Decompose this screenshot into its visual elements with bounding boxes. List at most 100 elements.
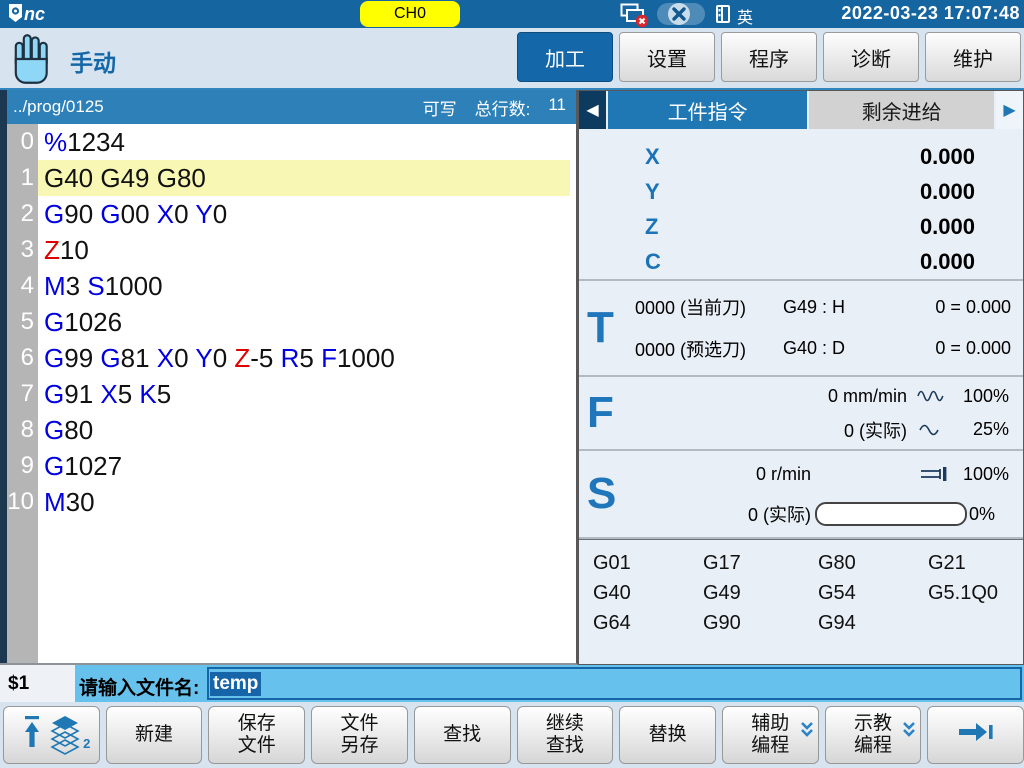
spindle-section: S 0 r/min 100% 0 (实际) 0% [579, 451, 1023, 539]
code-line[interactable]: G91 X5 K5 [38, 376, 576, 412]
tool-letter: T [587, 303, 614, 353]
code-token: G [44, 199, 64, 229]
button-label: 替换 [649, 724, 687, 746]
code-line[interactable]: G1027 [38, 448, 576, 484]
code-token: 3 [66, 271, 88, 301]
view-controls-button[interactable]: 2 [3, 706, 100, 764]
line-number: 10 [7, 484, 38, 520]
command-input-bar: $1 请输入文件名: temp [0, 665, 1024, 702]
tab-remaining-feed[interactable]: 剩余进给 [809, 91, 994, 129]
code-token: 80 [64, 415, 93, 445]
spindle-command-value: 0 r/min [627, 464, 811, 485]
spindle-load-bar [815, 502, 967, 526]
code-token: -5 [250, 343, 280, 373]
code-line[interactable]: %1234 [38, 124, 576, 160]
language-indicator[interactable]: 英 [737, 4, 753, 28]
code-token: X [157, 343, 174, 373]
gcode-modal-value: G80 [818, 552, 928, 575]
gcode-modal-value: G94 [818, 612, 928, 635]
gcode-modal-value: G54 [818, 582, 928, 605]
code-token: 5 [157, 379, 171, 409]
code-token: G40 G49 G80 [44, 163, 206, 193]
find-button[interactable]: 查找 [414, 706, 511, 764]
double-chevron-down-icon [902, 721, 916, 744]
disconnect-icon [656, 2, 708, 31]
save-as-button[interactable]: 文件 另存 [311, 706, 408, 764]
button-label: 编程 [751, 735, 789, 757]
code-token: 91 [64, 379, 100, 409]
save-file-button[interactable]: 保存 文件 [208, 706, 305, 764]
cabinet-icon [716, 5, 730, 28]
jog-override-pct: 25% [953, 419, 1009, 440]
code-token: 1234 [67, 127, 125, 157]
code-token: G [44, 343, 64, 373]
code-line[interactable]: M3 S1000 [38, 268, 576, 304]
line-number: 0 [7, 124, 38, 160]
gcode-modal-value: G64 [593, 612, 703, 635]
new-file-button[interactable]: 新建 [106, 706, 203, 764]
tab-settings[interactable]: 设置 [619, 32, 715, 82]
next-view-arrow-icon[interactable]: ▶ [996, 91, 1023, 129]
code-token: 90 [64, 199, 100, 229]
radius-comp-code: G40 : D [783, 338, 903, 359]
code-token: F [321, 343, 337, 373]
gcode-modal-value: G01 [593, 552, 703, 575]
code-line[interactable]: G1026 [38, 304, 576, 340]
file-name-input[interactable]: temp [207, 667, 1022, 700]
spindle-load-pct: 0% [969, 504, 995, 525]
tab-machining[interactable]: 加工 [517, 32, 613, 82]
replace-button[interactable]: 替换 [619, 706, 716, 764]
find-next-button[interactable]: 继续 查找 [517, 706, 614, 764]
code-token: G [44, 415, 64, 445]
menu-next-button[interactable] [927, 706, 1024, 764]
code-token: 1027 [64, 451, 122, 481]
prev-view-arrow-icon[interactable]: ◀ [579, 91, 606, 129]
code-token: 0 [213, 343, 235, 373]
code-token: S [87, 271, 104, 301]
feed-section: F 0 mm/min 100% 0 (实际) 25% [579, 377, 1023, 451]
code-line[interactable]: G80 [38, 412, 576, 448]
axis-row: Y 0.000 [579, 174, 1023, 209]
tab-workpiece-command[interactable]: 工件指令 [608, 91, 807, 129]
code-lines: %1234G40 G49 G80G90 G00 X0 Y0Z10M3 S1000… [38, 124, 576, 663]
button-label: 辅助 [751, 713, 789, 735]
length-comp-value: 0 = 0.000 [935, 297, 1011, 318]
axis-row: X 0.000 [579, 139, 1023, 174]
main-tabs: 加工 设置 程序 诊断 维护 [517, 32, 1021, 82]
code-token: G [44, 379, 64, 409]
editor-header: ../prog/0125 可写 总行数: 11 [7, 90, 576, 124]
gcode-modal-value: G5.1Q0 [928, 582, 1023, 605]
feed-letter: F [587, 388, 614, 438]
next-menu-arrow-icon [957, 721, 995, 749]
code-token: Y [195, 343, 212, 373]
code-area[interactable]: 012345678910 %1234G40 G49 G80G90 G00 X0 … [7, 124, 576, 663]
code-token: Y [195, 199, 212, 229]
code-line[interactable]: G90 G00 X0 Y0 [38, 196, 576, 232]
line-number: 5 [7, 304, 38, 340]
tab-program[interactable]: 程序 [721, 32, 817, 82]
button-label: 另存 [340, 735, 378, 757]
code-line[interactable]: M30 [38, 484, 576, 520]
current-tool-row: 0000 (当前刀) G49 : H 0 = 0.000 [579, 292, 1023, 322]
feed-override-icon [907, 389, 953, 403]
feed-command-row: 0 mm/min 100% [579, 382, 1023, 410]
code-line-current[interactable]: G40 G49 G80 [38, 160, 570, 196]
code-line[interactable]: Z10 [38, 232, 576, 268]
code-token: G [44, 307, 64, 337]
code-token: R [281, 343, 300, 373]
code-line[interactable]: G99 G81 X0 Y0 Z-5 R5 F1000 [38, 340, 576, 376]
teach-programming-button[interactable]: 示教 编程 [825, 706, 922, 764]
tab-diagnosis[interactable]: 诊断 [823, 32, 919, 82]
spindle-letter: S [587, 469, 616, 519]
gcode-modal-value [928, 612, 1023, 635]
aux-programming-button[interactable]: 辅助 编程 [722, 706, 819, 764]
code-token: 10 [60, 235, 89, 265]
file-name-selected-text: temp [210, 672, 261, 696]
code-token: X [157, 199, 174, 229]
svg-text:nc: nc [24, 4, 45, 24]
tab-maintenance[interactable]: 维护 [925, 32, 1021, 82]
code-token: G [100, 199, 120, 229]
button-label: 文件 [340, 713, 378, 735]
code-token: 00 [121, 199, 157, 229]
title-bar: nc CH0 英 2022-03-23 17:07:48 [0, 0, 1024, 28]
